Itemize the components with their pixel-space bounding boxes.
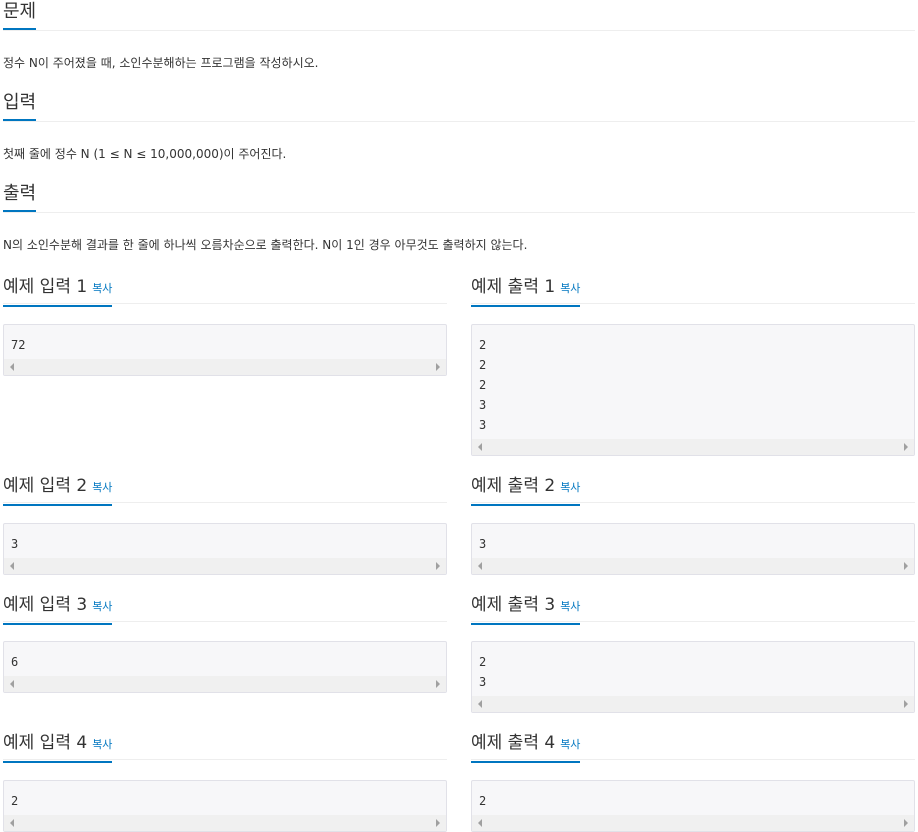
copy-button[interactable]: 복사 <box>560 738 580 751</box>
sample-output-2: 예제 출력 2 복사 3 <box>471 474 915 575</box>
scroll-right-icon[interactable] <box>904 443 908 451</box>
problem-title: 문제 <box>3 0 37 30</box>
sample-input-headline: 예제 입력 2 복사 <box>3 474 447 506</box>
sample-output-title: 예제 출력 3 복사 <box>471 593 581 625</box>
scroll-right-icon[interactable] <box>904 700 908 708</box>
sample-input-box[interactable]: 6 <box>3 641 447 693</box>
copy-button[interactable]: 복사 <box>560 600 580 613</box>
sample-input-headline: 예제 입력 4 복사 <box>3 731 447 763</box>
sample-input-title: 예제 입력 3 복사 <box>3 593 113 625</box>
scroll-left-icon[interactable] <box>10 562 14 570</box>
sample-input-box[interactable]: 2 <box>3 780 447 832</box>
copy-button[interactable]: 복사 <box>92 282 112 295</box>
sample-output-text: 3 <box>479 537 487 551</box>
sample-input-headline: 예제 입력 1 복사 <box>3 275 447 307</box>
horizontal-scrollbar[interactable] <box>4 815 446 831</box>
sample-output-box[interactable]: 3 <box>471 523 915 575</box>
scroll-left-icon[interactable] <box>478 819 482 827</box>
sample-output-title: 예제 출력 2 복사 <box>471 474 581 506</box>
copy-button[interactable]: 복사 <box>92 738 112 751</box>
horizontal-scrollbar[interactable] <box>472 558 914 574</box>
sample-output-headline: 예제 출력 1 복사 <box>471 275 915 307</box>
scroll-left-icon[interactable] <box>10 363 14 371</box>
scroll-right-icon[interactable] <box>436 363 440 371</box>
sample-output-headline: 예제 출력 3 복사 <box>471 593 915 625</box>
sample-output-headline: 예제 출력 2 복사 <box>471 474 915 506</box>
problem-description: 정수 N이 주어졌을 때, 소인수분해하는 프로그램을 작성하시오. <box>3 56 319 70</box>
output-section: 출력 <box>3 182 915 213</box>
sample-input-3: 예제 입력 3 복사 6 <box>3 593 447 693</box>
sample-output-text: 2 <box>479 794 487 808</box>
sample-output-title: 예제 출력 4 복사 <box>471 731 581 763</box>
sample-output-1: 예제 출력 1 복사 2 2 2 3 3 <box>471 275 915 456</box>
sample-input-box[interactable]: 72 <box>3 324 447 376</box>
scroll-right-icon[interactable] <box>436 680 440 688</box>
sample-output-box[interactable]: 2 <box>471 780 915 832</box>
input-headline: 입력 <box>3 91 915 122</box>
horizontal-scrollbar[interactable] <box>4 558 446 574</box>
sample-input-2: 예제 입력 2 복사 3 <box>3 474 447 575</box>
horizontal-scrollbar[interactable] <box>4 676 446 692</box>
sample-input-box[interactable]: 3 <box>3 523 447 575</box>
scroll-right-icon[interactable] <box>904 819 908 827</box>
sample-output-box[interactable]: 2 3 <box>471 641 915 713</box>
scroll-left-icon[interactable] <box>478 443 482 451</box>
scroll-left-icon[interactable] <box>478 700 482 708</box>
output-description: N의 소인수분해 결과를 한 줄에 하나씩 오름차순으로 출력한다. N이 1인… <box>3 238 528 252</box>
input-description: 첫째 줄에 정수 N (1 ≤ N ≤ 10,000,000)이 주어진다. <box>3 147 287 161</box>
sample-input-title: 예제 입력 2 복사 <box>3 474 113 506</box>
sample-input-headline: 예제 입력 3 복사 <box>3 593 447 625</box>
problem-headline: 문제 <box>3 0 915 31</box>
scroll-right-icon[interactable] <box>436 562 440 570</box>
input-section: 입력 <box>3 91 915 122</box>
output-headline: 출력 <box>3 182 915 213</box>
horizontal-scrollbar[interactable] <box>472 815 914 831</box>
scroll-left-icon[interactable] <box>10 819 14 827</box>
scroll-left-icon[interactable] <box>10 680 14 688</box>
sample-output-4: 예제 출력 4 복사 2 <box>471 731 915 832</box>
sample-input-title: 예제 입력 4 복사 <box>3 731 113 763</box>
scroll-right-icon[interactable] <box>904 562 908 570</box>
horizontal-scrollbar[interactable] <box>4 359 446 375</box>
sample-output-headline: 예제 출력 4 복사 <box>471 731 915 763</box>
sample-output-text: 2 3 <box>479 655 487 689</box>
sample-output-text: 2 2 2 3 3 <box>479 338 487 432</box>
problem-section: 문제 <box>3 0 915 31</box>
sample-input-text: 2 <box>11 794 19 808</box>
sample-output-title: 예제 출력 1 복사 <box>471 275 581 307</box>
sample-input-4: 예제 입력 4 복사 2 <box>3 731 447 832</box>
sample-input-text: 72 <box>11 338 26 352</box>
copy-button[interactable]: 복사 <box>560 481 580 494</box>
scroll-left-icon[interactable] <box>478 562 482 570</box>
horizontal-scrollbar[interactable] <box>472 439 914 455</box>
scroll-right-icon[interactable] <box>436 819 440 827</box>
sample-output-3: 예제 출력 3 복사 2 3 <box>471 593 915 713</box>
sample-output-box[interactable]: 2 2 2 3 3 <box>471 324 915 456</box>
sample-input-text: 3 <box>11 537 19 551</box>
horizontal-scrollbar[interactable] <box>472 696 914 712</box>
sample-input-1: 예제 입력 1 복사 72 <box>3 275 447 376</box>
copy-button[interactable]: 복사 <box>92 481 112 494</box>
copy-button[interactable]: 복사 <box>92 600 112 613</box>
input-title: 입력 <box>3 91 37 121</box>
sample-input-text: 6 <box>11 655 19 669</box>
output-title: 출력 <box>3 182 37 212</box>
sample-input-title: 예제 입력 1 복사 <box>3 275 113 307</box>
copy-button[interactable]: 복사 <box>560 282 580 295</box>
